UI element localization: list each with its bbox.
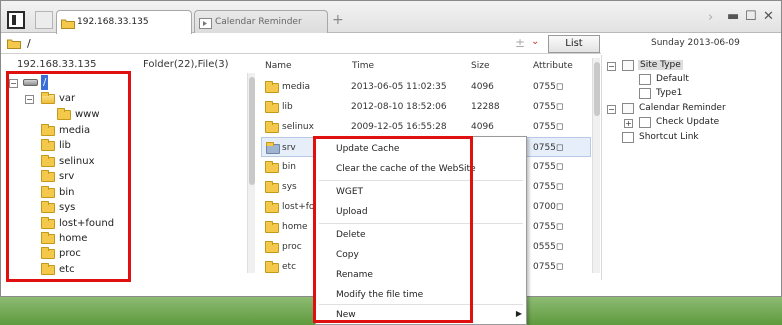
folder-icon [265,81,279,93]
column-attribute[interactable]: Attribute [533,58,573,74]
file-name: lib [282,102,293,112]
file-name: bin [282,162,296,172]
file-list-scrollbar[interactable] [592,58,600,273]
file-name: home [282,222,308,232]
file-attr: 0755◻ [533,102,564,112]
file-time: 2012-08-10 18:52:06 [351,102,447,112]
site-default-node[interactable]: Default [639,73,689,86]
file-name: selinux [282,122,314,132]
column-time[interactable]: Time [352,58,374,74]
close-icon[interactable]: ✕ [763,10,774,24]
folder-icon [266,142,280,154]
file-name: etc [282,262,297,272]
file-row[interactable]: lib 2012-08-10 18:52:06 12288 0755◻ [261,97,591,117]
collapse-icon[interactable]: − [607,62,616,71]
site-type1-node[interactable]: Type1 [639,87,682,100]
file-name: sys [282,182,297,192]
right-pane-divider [601,55,602,280]
file-attr: 0755◻ [533,222,564,232]
tab-host-label: 192.168.33.135 [77,17,149,27]
file-name: srv [282,143,296,153]
highlight-box-tree [6,71,131,282]
sidebar-toggle-icon[interactable] [7,11,25,29]
minimize-icon[interactable]: ▬ [727,10,739,24]
tree-scrollbar[interactable] [247,73,255,273]
tab-calendar-label: Calendar Reminder [215,17,302,27]
page-icon [639,117,651,128]
tab-bar: 192.168.33.135 Calendar Reminder + › ▬ ☐… [1,1,781,34]
site-type1-label: Type1 [656,88,683,98]
scrollbar-thumb[interactable] [249,77,255,185]
file-size: 12288 [471,102,500,112]
folder-icon [265,201,279,213]
add-tab-icon[interactable]: + [332,13,344,27]
host-label: 192.168.33.135 [17,59,97,70]
file-attr: 0755◻ [533,82,564,92]
file-size: 4096 [471,122,494,132]
folder-icon [265,161,279,173]
check-update-node[interactable]: Check Update [639,116,719,129]
page-icon [639,88,651,99]
page-icon [622,132,634,143]
calendar-icon [622,103,634,114]
folder-icon [265,121,279,133]
tab-calendar[interactable]: Calendar Reminder [194,10,328,33]
file-attr: 0755◻ [533,143,564,153]
column-size[interactable]: Size [471,58,489,74]
site-type-node[interactable]: Site Type [622,59,683,72]
submenu-arrow-icon: ▶ [515,309,522,318]
list-button[interactable]: List [548,35,600,53]
site-default-label: Default [656,74,689,84]
file-size: 4096 [471,82,494,92]
check-update-label: Check Update [656,117,720,127]
site-type-icon [622,60,634,71]
file-attr: 0755◻ [533,182,564,192]
calendar-label: Calendar Reminder [639,103,726,113]
file-attr: 0555◻ [533,242,564,252]
file-row[interactable]: selinux 2009-12-05 16:55:28 4096 0755◻ [261,117,591,137]
date-label: Sunday 2013-06-09 [651,38,740,48]
site-type-label: Site Type [638,60,683,70]
file-time: 2009-12-05 16:55:28 [351,122,447,132]
file-name: proc [282,242,302,252]
shortcut-node[interactable]: Shortcut Link [622,131,699,144]
blank-tab-icon[interactable] [35,11,53,29]
address-path: / [27,37,31,50]
column-name[interactable]: Name [265,58,292,74]
collapse-icon[interactable]: − [607,105,616,114]
page-icon [639,74,651,85]
chevron-right-icon[interactable]: › [708,11,713,25]
tab-host[interactable]: 192.168.33.135 [56,10,192,34]
folder-icon [265,181,279,193]
folder-icon [265,101,279,113]
folder-icon [7,38,21,52]
calendar-node[interactable]: Calendar Reminder [622,102,726,115]
highlight-box-menu [313,136,473,323]
file-attr: 0755◻ [533,162,564,172]
maximize-icon[interactable]: ☐ [745,10,757,24]
scrollbar-thumb[interactable] [594,62,600,116]
bookmark-plus-icon[interactable]: ± [515,36,525,50]
folder-icon [265,261,279,273]
file-attr: 0755◻ [533,262,564,272]
shortcut-label: Shortcut Link [639,132,699,142]
file-time: 2013-06-05 11:02:35 [351,82,447,92]
file-row[interactable]: media 2013-06-05 11:02:35 4096 0755◻ [261,77,591,97]
expand-icon[interactable]: + [624,119,633,128]
folder-icon [265,241,279,253]
file-attr: 0755◻ [533,122,564,132]
folder-summary: Folder(22),File(3) [143,59,229,70]
file-name: media [282,82,311,92]
address-bar[interactable]: / ± ⌄ [1,34,601,54]
file-attr: 0700◻ [533,202,564,212]
chevron-down-icon[interactable]: ⌄ [531,36,539,47]
folder-icon [265,221,279,233]
